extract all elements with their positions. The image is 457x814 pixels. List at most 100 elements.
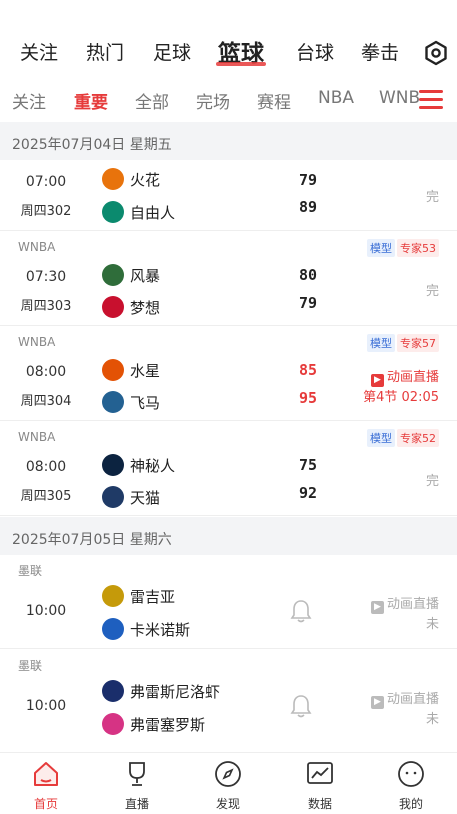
tab-important[interactable]: 重要 [74,88,108,113]
nav-follow[interactable]: 关注 [20,38,58,65]
bottom-tab-bar: 首页 直播 发现 数据 我的 [0,752,457,814]
compass-icon [215,761,241,787]
animation-label: 动画直播 [386,692,439,707]
match-code: 周四303 [20,299,72,314]
match-row[interactable]: 07:00 周四302 火花 自由人 79 89 完 [0,160,457,231]
home-team-name: 神秘人 [130,456,176,475]
league-label: 墨联 [18,564,43,578]
model-badge[interactable]: 模型 [367,239,395,257]
active-nav-underline [216,62,266,66]
chart-icon [307,762,333,784]
away-team-name: 自由人 [130,203,176,222]
match-row[interactable]: 墨联 10:00 雷吉亚 卡米诺斯 ▶ 动画直播 未 [0,555,457,649]
match-status: 未 [425,712,439,727]
match-row[interactable]: WNBA 模型 专家57 08:00 周四304 水星 飞马 85 95 ▶ 动画… [0,327,457,421]
tab-label: 首页 [33,797,58,811]
trophy-icon [129,762,145,786]
tab-live[interactable]: 直播 [107,759,167,812]
away-score: 92 [298,484,318,502]
leon-logo-icon [102,585,124,607]
nav-hot[interactable]: 热门 [86,38,124,65]
expert-badge[interactable]: 专家57 [397,334,439,352]
nav-boxing[interactable]: 拳击 [361,38,399,65]
league-label: WNBA [18,430,56,444]
home-team: 神秘人 [102,454,175,476]
tab-profile[interactable]: 我的 [381,759,441,812]
liberty-logo-icon [102,201,124,223]
tab-label: 直播 [124,797,149,811]
match-row[interactable]: WNBA 模型 专家52 08:00 周四305 神秘人 天猫 75 92 完 [0,422,457,516]
fresnillo-logo-icon [102,680,124,702]
storm-logo-icon [102,264,124,286]
tab-discover[interactable]: 发现 [198,759,258,812]
caminos-logo-icon [102,618,124,640]
away-team-name: 卡米诺斯 [130,620,191,639]
tab-home[interactable]: 首页 [16,759,76,812]
league-label: 墨联 [18,659,43,673]
home-team: 风暴 [102,264,160,286]
sport-category-nav: 关注 热门 足球 篮球 台球 拳击 [0,30,457,74]
bell-icon[interactable] [290,599,312,623]
match-status: 完 [425,284,439,299]
away-team: 自由人 [102,201,175,223]
animation-live-button[interactable]: ▶ 动画直播 [370,366,439,387]
lynx-logo-icon [102,391,124,413]
match-code: 周四302 [20,204,72,219]
mercury-logo-icon [102,359,124,381]
away-score: 79 [298,294,318,312]
away-score: 95 [298,389,318,407]
model-badge[interactable]: 模型 [367,429,395,447]
match-status: 完 [425,190,439,205]
freseros-logo-icon [102,713,124,735]
home-score: 75 [298,456,318,474]
home-team-name: 火花 [130,170,161,189]
spark-logo-icon [102,168,124,190]
settings-icon[interactable] [423,40,449,66]
animation-play-icon: ▶ [370,601,384,614]
tab-label: 发现 [215,797,240,811]
tab-nba[interactable]: NBA [318,88,354,108]
home-team-name: 弗雷斯尼洛虾 [130,682,221,701]
expert-badge[interactable]: 专家52 [397,429,439,447]
away-team: 飞马 [102,391,160,413]
date-header: 2025年07月04日 星期五 [0,122,457,160]
tab-label: 数据 [307,797,332,811]
home-team: 弗雷斯尼洛虾 [102,680,220,702]
match-time: 07:30 [25,269,67,285]
match-time: 07:00 [25,174,67,190]
model-badge[interactable]: 模型 [367,334,395,352]
tab-finished[interactable]: 完场 [196,88,230,113]
tab-schedule[interactable]: 赛程 [257,88,291,113]
match-code: 周四305 [20,489,72,504]
match-code: 周四304 [20,394,72,409]
away-team-name: 梦想 [130,298,161,317]
home-team: 水星 [102,359,160,381]
expert-badge[interactable]: 专家53 [397,239,439,257]
tab-follow[interactable]: 关注 [12,88,46,113]
nav-football[interactable]: 足球 [153,38,191,65]
menu-icon[interactable] [419,90,443,110]
league-label: WNBA [18,240,56,254]
home-team: 雷吉亚 [102,585,175,607]
match-time: 10:00 [25,698,67,714]
tab-label: 我的 [398,797,423,811]
bell-icon[interactable] [290,694,312,718]
date-header: 2025年07月05日 星期六 [0,517,457,555]
away-score: 89 [298,198,318,216]
match-time: 10:00 [25,603,67,619]
animation-live-button[interactable]: ▶ 动画直播 [370,688,439,709]
wolves-logo-icon [102,486,124,508]
animation-live-button[interactable]: ▶ 动画直播 [370,593,439,614]
match-time: 08:00 [25,364,67,380]
league-label: WNBA [18,335,56,349]
match-row[interactable]: 墨联 10:00 弗雷斯尼洛虾 弗雷塞罗斯 ▶ 动画直播 未 [0,650,457,750]
nav-billiards[interactable]: 台球 [296,38,334,65]
tab-data[interactable]: 数据 [290,759,350,812]
home-team-name: 风暴 [130,266,161,285]
tab-all[interactable]: 全部 [135,88,169,113]
animation-play-icon: ▶ [370,696,384,709]
away-team: 梦想 [102,296,160,318]
home-team-name: 雷吉亚 [130,587,176,606]
match-status: 完 [425,474,439,489]
match-row[interactable]: WNBA 模型 专家53 07:30 周四303 风暴 梦想 80 79 完 [0,232,457,326]
